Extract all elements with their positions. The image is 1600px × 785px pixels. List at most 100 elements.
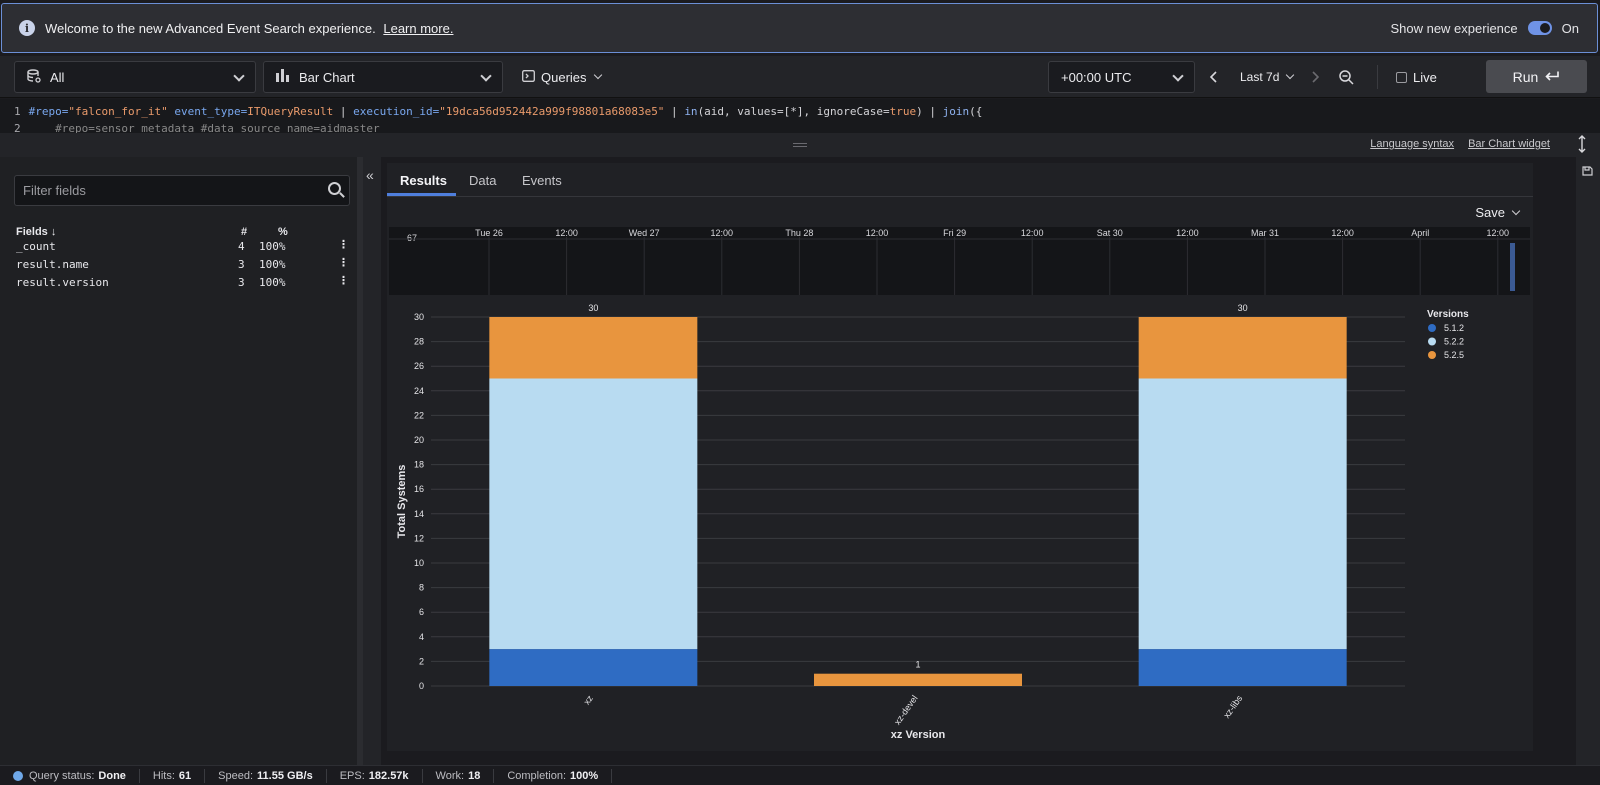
live-toggle[interactable]: Live	[1396, 61, 1437, 93]
y-tick-label: 30	[414, 312, 424, 322]
x-axis-label: xz Version	[891, 729, 946, 741]
y-tick-label: 14	[414, 509, 424, 519]
legend-label[interactable]: 5.1.2	[1444, 323, 1464, 333]
editor-resize-bar[interactable]: Language syntax Bar Chart widget	[0, 133, 1600, 157]
y-tick-label: 4	[419, 632, 424, 642]
hits-stat: Hits: 61	[140, 768, 206, 783]
timeline-tick-label: 12:00	[1021, 228, 1044, 238]
active-tab-indicator	[387, 193, 456, 196]
results-area: Results Data Events Save 67 Tue 26 12:00 We…	[387, 163, 1533, 751]
legend-label[interactable]: 5.2.5	[1444, 350, 1464, 360]
chevron-right-icon	[1312, 71, 1319, 83]
time-range-select[interactable]: Last 7d	[1240, 61, 1295, 93]
next-range-button[interactable]	[1311, 61, 1319, 93]
collapse-panel-button[interactable]: «	[363, 157, 381, 765]
chevron-down-icon	[593, 70, 602, 80]
fields-sort-header[interactable]: Fields ↓	[16, 226, 56, 238]
query-token: ({	[969, 105, 983, 118]
timeline-tick-label: Sat 30	[1097, 228, 1123, 238]
timeline-bar	[1510, 243, 1515, 291]
tab-events[interactable]: Events	[522, 173, 562, 188]
fields-panel: Filter fields Fields ↓ # % _count 4 100%…	[0, 157, 363, 765]
chevron-down-icon	[1511, 206, 1521, 215]
bar-total-label: 1	[915, 660, 920, 670]
run-button[interactable]: Run	[1486, 60, 1587, 93]
bar-segment-5.2.5[interactable]	[489, 317, 698, 379]
legend-label[interactable]: 5.2.2	[1444, 337, 1464, 347]
timeline-tick-label: 12:00	[711, 228, 734, 238]
filter-fields-input[interactable]: Filter fields	[14, 175, 350, 206]
legend-swatch[interactable]	[1428, 351, 1436, 359]
widget-settings-icon[interactable]	[1582, 165, 1593, 176]
timeline-histogram[interactable]: 67 Tue 26 12:00 Wed 27 12:00 Thu 28 12:00 Fri 2…	[389, 227, 1530, 295]
fields-header: Fields ↓ # %	[16, 226, 288, 238]
chevron-left-icon	[1210, 71, 1217, 83]
arrow-down-icon: ↓	[50, 226, 57, 238]
bar-segment-5.2.2[interactable]	[1138, 378, 1347, 650]
queries-menu[interactable]: Queries	[522, 61, 602, 93]
y-tick-label: 12	[414, 533, 424, 543]
y-tick-label: 20	[414, 435, 424, 445]
query-token: |	[333, 105, 354, 118]
y-axis-label: Total Systems	[396, 465, 408, 539]
more-options-icon[interactable]: ⋮	[338, 274, 349, 287]
bar-segment-5.1.2[interactable]	[489, 649, 698, 686]
save-menu-button[interactable]: Save	[1475, 205, 1521, 220]
tab-data[interactable]: Data	[469, 173, 496, 188]
timeline-tick-label: 12:00	[866, 228, 889, 238]
learn-more-link[interactable]: Learn more.	[383, 21, 453, 36]
query-token: ITQueryResult	[247, 105, 334, 118]
query-token: |	[664, 105, 685, 118]
legend-swatch[interactable]	[1428, 324, 1436, 332]
query-token: "falcon_for_it"	[68, 105, 168, 118]
x-tick-label: xz	[582, 693, 596, 707]
timeline-tick-label: Mar 31	[1251, 228, 1279, 238]
bar-segment-5.2.2[interactable]	[489, 378, 698, 650]
query-toolbar: All Bar Chart Queries +00:00 UTC Last 7d…	[0, 56, 1600, 98]
x-tick-label: xz-libs	[1221, 693, 1244, 720]
widget-docs-link[interactable]: Bar Chart widget	[1468, 138, 1550, 150]
bar-chart: 02468101214161820222426283030xz1xz-devel…	[396, 303, 1469, 741]
chevron-down-icon	[233, 70, 245, 82]
query-line-2: 2 #repo=sensor_metadata #data_source_nam…	[14, 122, 380, 133]
y-tick-label: 6	[419, 607, 424, 617]
bar-segment-5.2.5[interactable]	[1138, 317, 1347, 379]
repository-select[interactable]: All	[14, 61, 256, 93]
language-syntax-link[interactable]: Language syntax	[1370, 138, 1454, 150]
chart-legend: Versions 5.1.2 5.2.2 5.2.5	[1427, 309, 1469, 360]
timezone-select[interactable]: +00:00 UTC	[1048, 61, 1195, 93]
field-row[interactable]: result.name 3 100% ⋮	[16, 256, 356, 271]
bar-segment-5.1.2[interactable]	[1138, 649, 1347, 686]
y-tick-label: 28	[414, 337, 424, 347]
experience-toggle-group: Show new experience On	[1390, 4, 1579, 52]
query-token: execution_id=	[353, 105, 440, 118]
y-tick-label: 18	[414, 460, 424, 470]
more-options-icon[interactable]: ⋮	[338, 238, 349, 251]
work-stat: Work: 18	[423, 768, 495, 783]
live-checkbox[interactable]	[1396, 71, 1407, 83]
chevron-down-icon	[480, 70, 492, 82]
zoom-out-icon	[1339, 69, 1354, 85]
experience-toggle[interactable]	[1527, 21, 1552, 35]
enter-icon	[1545, 71, 1560, 81]
bar-total-label: 30	[1238, 303, 1248, 313]
bar-segment-5.2.5[interactable]	[814, 673, 1022, 686]
field-row[interactable]: _count 4 100% ⋮	[16, 238, 356, 253]
previous-range-button[interactable]	[1210, 61, 1218, 93]
event-timeline[interactable]: 67 Tue 26 12:00 Wed 27 12:00 Thu 28 12:00 Fri 2…	[389, 227, 1530, 295]
tab-results[interactable]: Results	[400, 173, 447, 188]
y-tick-label: 22	[414, 410, 424, 420]
y-tick-label: 26	[414, 361, 424, 371]
expand-vertical-icon[interactable]	[1577, 135, 1587, 156]
chevron-down-icon	[1172, 70, 1184, 82]
y-tick-label: 10	[414, 558, 424, 568]
legend-swatch[interactable]	[1428, 337, 1436, 346]
more-options-icon[interactable]: ⋮	[338, 256, 349, 269]
field-row[interactable]: result.version 3 100% ⋮	[16, 274, 356, 289]
drag-handle-icon[interactable]	[793, 143, 807, 147]
zoom-out-button[interactable]	[1339, 61, 1354, 93]
widget-type-select[interactable]: Bar Chart	[263, 61, 503, 93]
query-editor[interactable]: 1 #repo="falcon_for_it" event_type=ITQuer…	[0, 99, 1600, 133]
search-icon[interactable]	[328, 182, 341, 195]
toolbar-divider	[1377, 65, 1378, 89]
